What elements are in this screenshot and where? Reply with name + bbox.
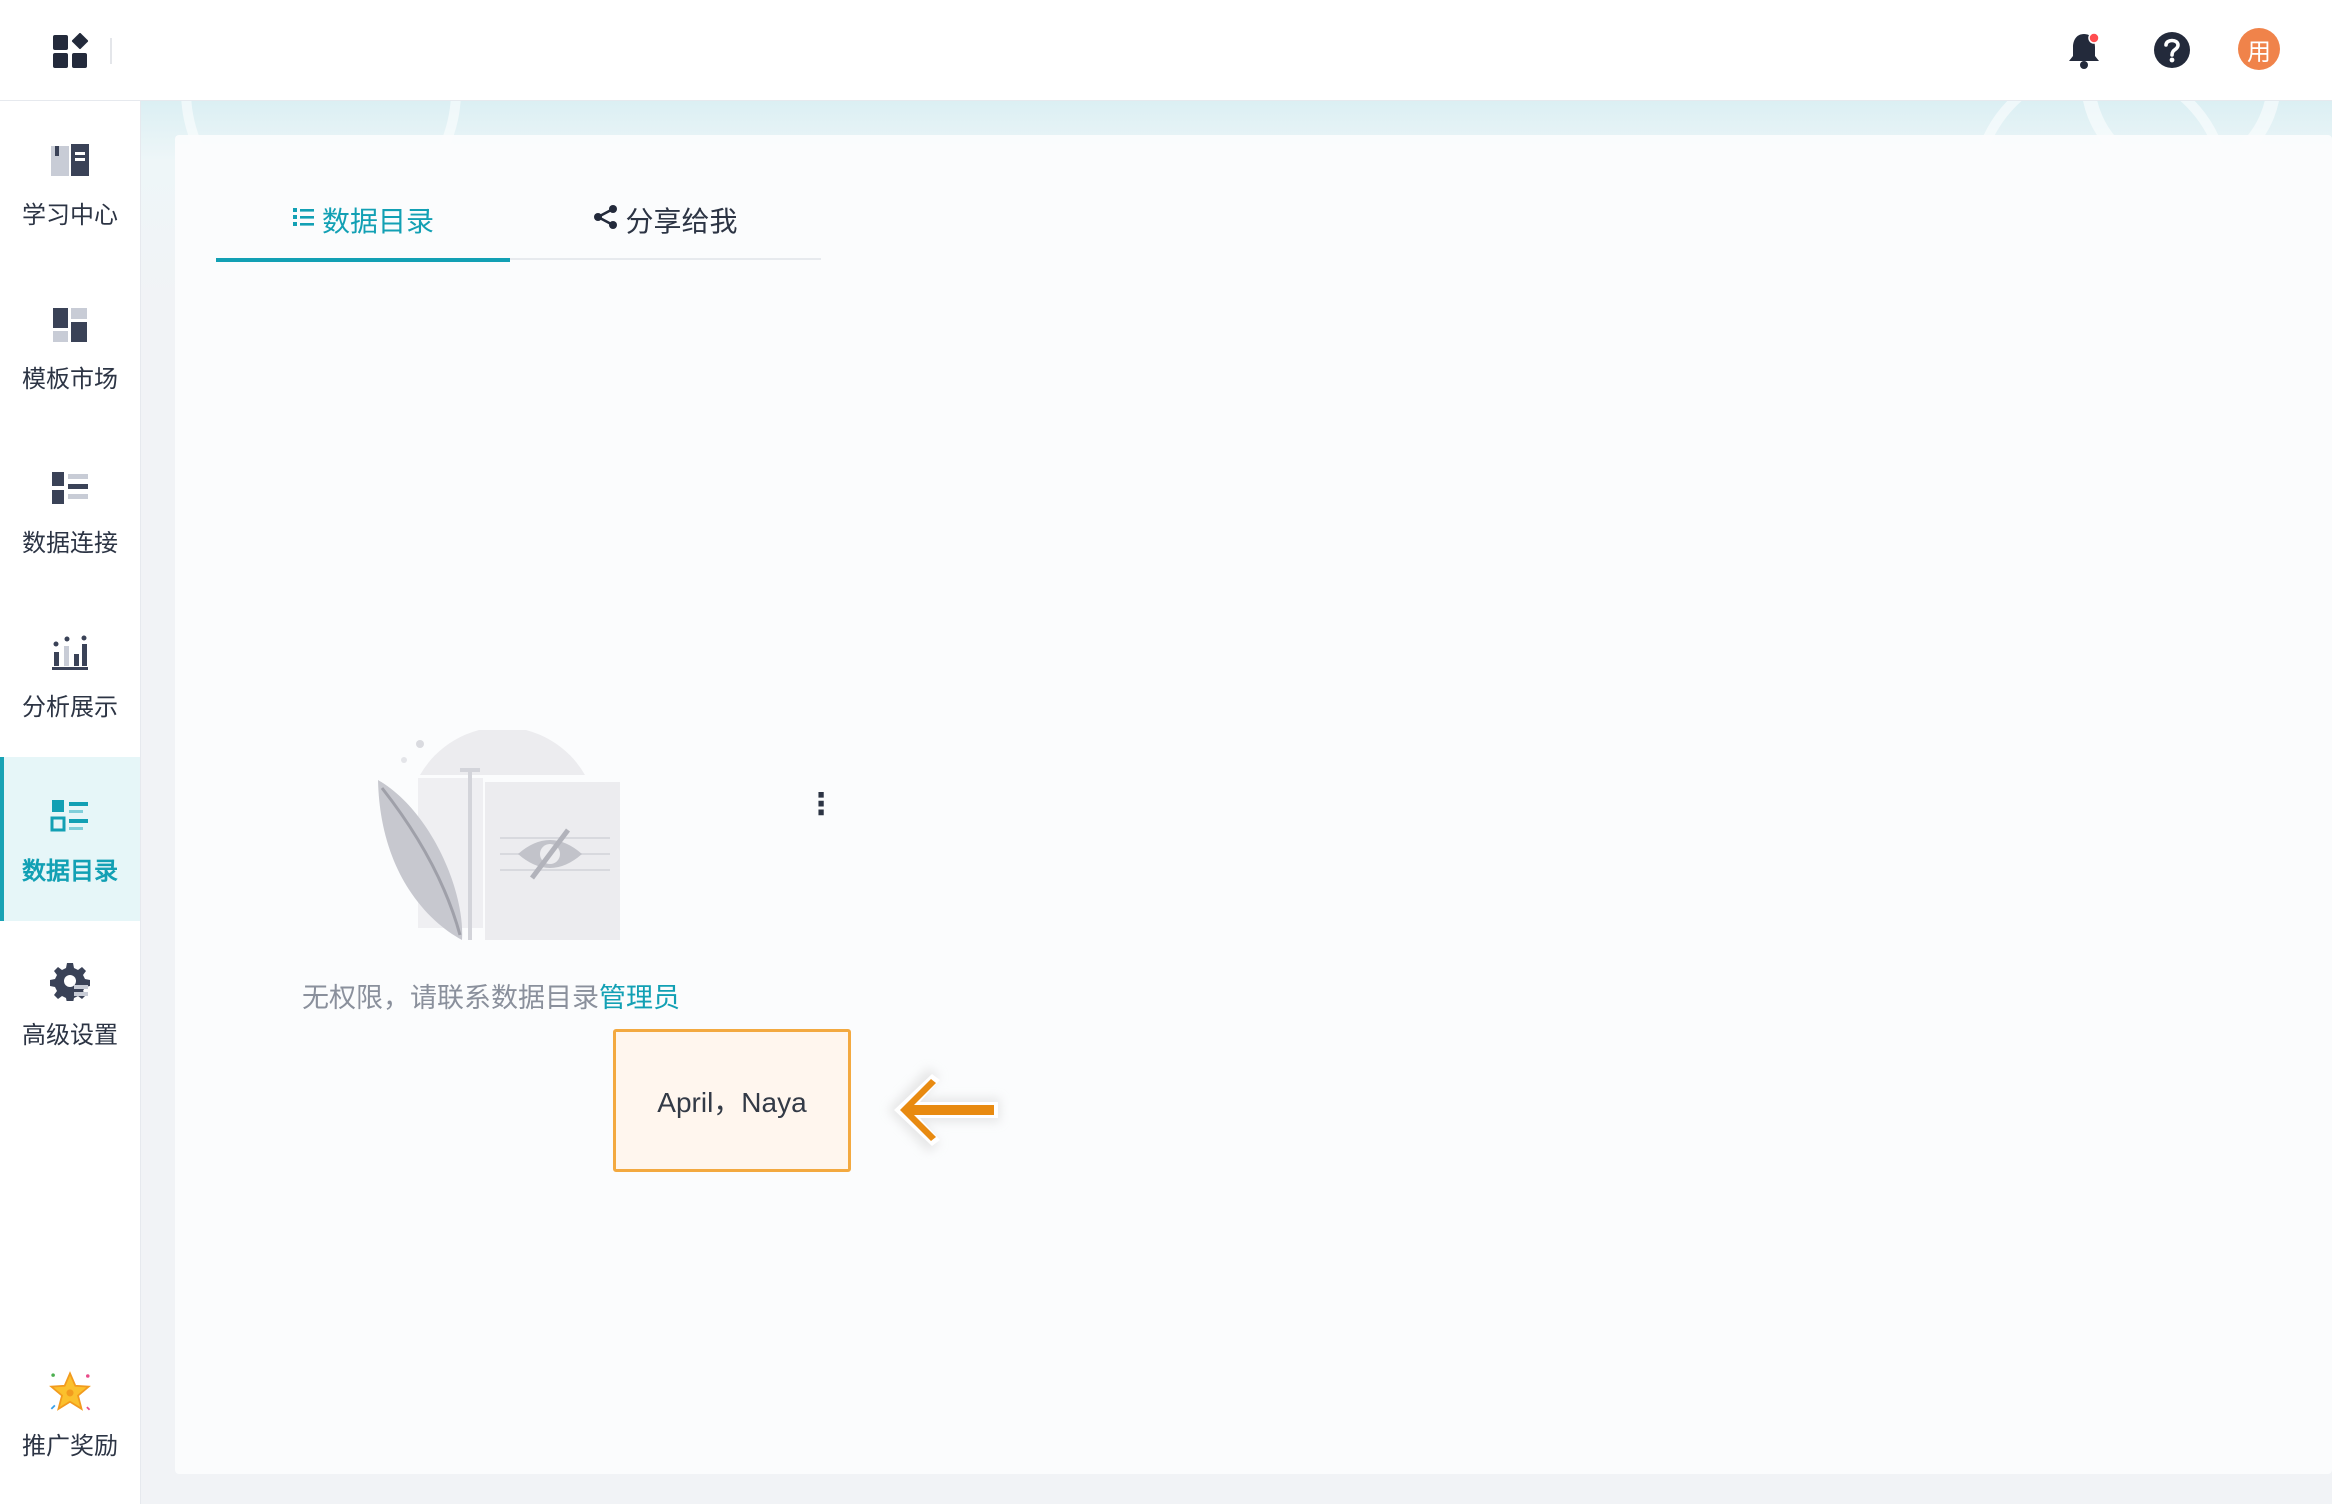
template-icon — [46, 301, 94, 349]
empty-state-message: 无权限，请联系数据目录管理员 — [302, 976, 680, 1013]
sidebar-item-promotion-reward[interactable]: 推广奖励 — [0, 1332, 140, 1496]
catalog-tabs: 数据目录 分享给我 — [216, 180, 821, 262]
sidebar-item-label: 高级设置 — [22, 1021, 118, 1049]
top-bar: 用 — [0, 0, 2332, 101]
sidebar-item-data-catalog[interactable]: 数据目录 — [0, 757, 140, 921]
arrow-left-icon — [870, 1050, 1010, 1160]
sidebar-item-label: 数据目录 — [22, 857, 118, 885]
book-icon — [46, 137, 94, 185]
admin-names-text: April，Naya — [657, 1086, 807, 1118]
share-icon — [593, 204, 619, 237]
admin-link[interactable]: 管理员 — [599, 983, 680, 1013]
user-avatar[interactable]: 用 — [2238, 28, 2280, 70]
sidebar-item-learning-center[interactable]: 学习中心 — [0, 101, 140, 265]
sidebar-item-data-connection[interactable]: 数据连接 — [0, 429, 140, 593]
sidebar-item-label: 数据连接 — [22, 529, 118, 557]
analysis-chart-icon — [46, 629, 94, 677]
sidebar-item-label: 学习中心 — [22, 201, 118, 229]
no-permission-illustration — [360, 727, 630, 950]
apps-grid-icon[interactable] — [50, 30, 92, 72]
no-permission-text: 无权限，请联系数据目录 — [302, 983, 599, 1013]
sidebar-item-label: 推广奖励 — [22, 1432, 118, 1460]
tab-label: 数据目录 — [321, 206, 434, 237]
help-circle-icon[interactable] — [2150, 28, 2194, 72]
tab-data-catalog[interactable]: 数据目录 — [216, 180, 510, 262]
sidebar-item-label: 分析展示 — [22, 693, 118, 721]
sidebar-item-analysis[interactable]: 分析展示 — [0, 593, 140, 757]
list-icon — [292, 204, 316, 236]
star-reward-icon — [46, 1368, 94, 1416]
top-divider — [110, 38, 112, 64]
bell-icon[interactable] — [2062, 28, 2106, 72]
more-options-icon[interactable]: ⋮ — [806, 784, 836, 824]
gear-icon — [46, 957, 94, 1005]
tab-label: 分享给我 — [625, 206, 738, 237]
sidebar-item-template-market[interactable]: 模板市场 — [0, 265, 140, 429]
data-catalog-icon — [46, 793, 94, 841]
admin-names-popup: April，Naya — [613, 1029, 851, 1172]
sidebar-item-label: 模板市场 — [22, 365, 118, 393]
sidebar: 学习中心 模板市场 数据连接 分析展示 数据目录 高级设置 推广奖励 — [0, 101, 141, 1504]
data-connection-icon — [46, 465, 94, 513]
sidebar-item-advanced-settings[interactable]: 高级设置 — [0, 921, 140, 1085]
tab-shared-with-me[interactable]: 分享给我 — [510, 180, 821, 260]
